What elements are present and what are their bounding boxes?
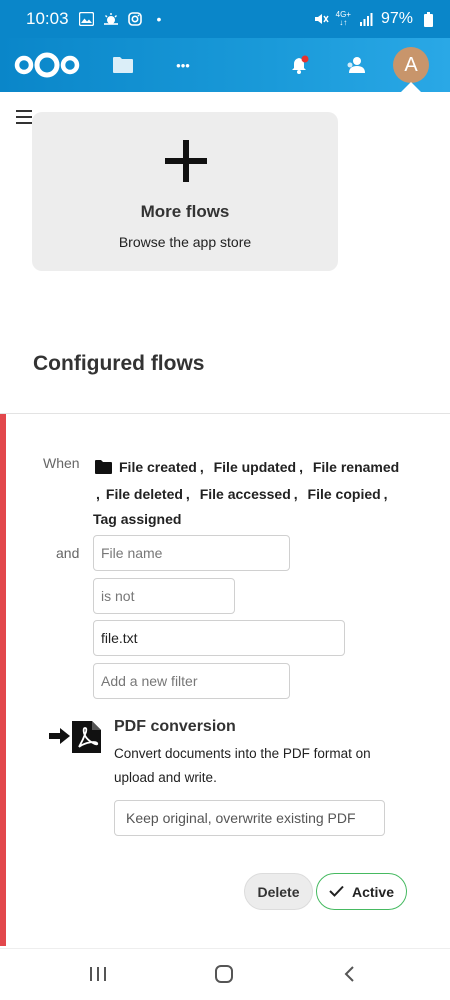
delete-button[interactable]: Delete [244, 873, 313, 910]
filter-operator-select[interactable]: is not [93, 578, 235, 614]
battery-icon [420, 11, 436, 27]
event-item: File accessed [199, 486, 291, 502]
add-filter-select[interactable]: Add a new filter [93, 663, 290, 699]
folder-icon [95, 457, 112, 482]
event-list[interactable]: File created, File updated, File renamed… [93, 455, 423, 532]
weather-icon [103, 11, 119, 27]
active-label: Active [351, 883, 395, 900]
hamburger-menu-icon[interactable] [16, 110, 32, 124]
contacts-icon[interactable] [340, 49, 372, 81]
network-indicator: 4G+ ↓↑ [336, 11, 351, 27]
recent-apps-icon[interactable] [83, 961, 113, 987]
event-item: File created [119, 459, 197, 475]
more-flows-title: More flows [140, 202, 230, 221]
avatar[interactable]: A [393, 47, 429, 83]
event-item: File deleted [105, 486, 183, 502]
operation-description: Convert documents into the PDF format on… [114, 746, 371, 785]
pdf-file-icon [71, 720, 102, 754]
conversion-mode-select[interactable]: Keep original, overwrite existing PDF [114, 800, 385, 836]
operation-title: PDF conversion [114, 718, 236, 735]
battery-percent: 97% [380, 10, 413, 27]
filter-field-select[interactable]: File name [93, 535, 290, 571]
more-apps-icon[interactable]: ••• [167, 49, 199, 81]
nextcloud-logo-icon[interactable] [13, 51, 81, 84]
signal-icon [358, 11, 374, 27]
active-toggle-button[interactable]: Active [316, 873, 407, 910]
gallery-icon [79, 11, 95, 27]
and-label: and [56, 545, 80, 561]
mute-icon [313, 11, 329, 27]
event-item: File renamed [312, 459, 400, 475]
arrow-right-icon [49, 727, 71, 750]
status-time: 10:03 [26, 9, 69, 28]
files-folder-icon[interactable] [107, 49, 139, 81]
filter-value-input[interactable]: file.txt [93, 620, 345, 656]
back-icon[interactable] [335, 961, 365, 987]
status-dot: • [156, 11, 162, 27]
event-item: Tag assigned [93, 511, 182, 527]
system-nav-bar [0, 948, 450, 1000]
event-item: File updated [213, 459, 297, 475]
notifications-icon[interactable] [284, 49, 316, 81]
app-header: ••• A [0, 38, 450, 92]
instagram-icon [127, 11, 143, 27]
data-arrows-icon: ↓↑ [339, 18, 348, 27]
home-icon[interactable] [209, 961, 239, 987]
configured-flows-heading: Configured flows [33, 352, 205, 375]
rule-status-bar [0, 414, 6, 946]
more-flows-subtitle: Browse the app store [118, 234, 252, 250]
more-flows-card[interactable]: More flows Browse the app store [32, 112, 338, 271]
status-bar: 10:03 • 4G+ ↓↑ 97% [0, 0, 450, 38]
check-icon [329, 884, 344, 900]
when-label: When [43, 455, 80, 471]
event-item: File copied [307, 486, 381, 502]
divider [0, 413, 450, 414]
menu-caret-icon [401, 82, 421, 92]
plus-icon [165, 140, 207, 182]
